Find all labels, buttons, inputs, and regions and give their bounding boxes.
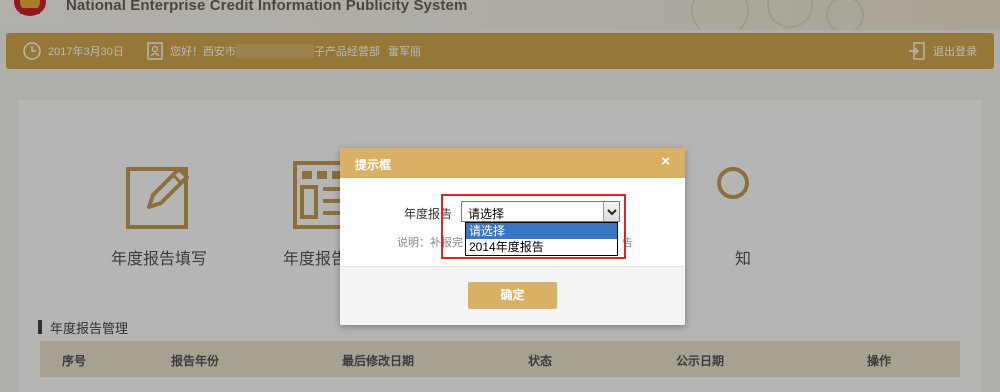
dialog-title: 提示框 xyxy=(355,158,392,172)
dialog-header: 提示框 × xyxy=(340,148,685,178)
close-icon[interactable]: × xyxy=(661,154,670,170)
highlight-annotation xyxy=(441,194,626,259)
confirm-button[interactable]: 确定 xyxy=(468,282,557,309)
prompt-dialog: 提示框 × 年度报告 请选择 请选择 2014年度报告 说明：补报完 告 确定 xyxy=(340,148,685,325)
